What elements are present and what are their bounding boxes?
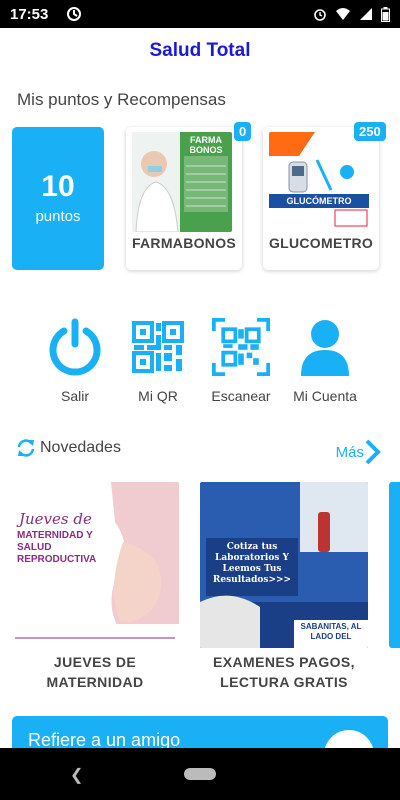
news-more-label: Más (335, 443, 364, 461)
sync-icon (67, 7, 82, 21)
news-title-maternidad-line1: JUEVES DE (53, 654, 137, 670)
app-title: Salud Total (149, 40, 251, 61)
news-title-maternidad: JUEVES DE MATERNIDAD (11, 652, 179, 692)
reward-name-glucometro: GLUCOMETRO (268, 235, 374, 251)
maternidad-image-text1: Jueves de (19, 510, 92, 528)
reward-card-farmabonos[interactable]: FARMA BONOS FARMABONOS (126, 127, 242, 270)
wifi-icon (336, 8, 350, 20)
back-icon[interactable]: ❮ (70, 765, 83, 785)
logout-button[interactable]: Salir (35, 318, 115, 404)
news-card-next-partial[interactable] (389, 482, 400, 648)
news-header: Novedades (16, 438, 121, 458)
signal-icon (360, 8, 372, 20)
points-card[interactable]: 10 puntos (12, 127, 104, 270)
points-label: puntos (35, 208, 81, 225)
qr-scan-icon (212, 318, 270, 376)
reward-points-badge-farmabonos: 0 (234, 122, 252, 141)
home-pill-icon[interactable] (184, 768, 216, 780)
status-bar: 17:53 (0, 0, 400, 28)
reward-points-badge-glucometro: 250 (354, 122, 386, 141)
news-title: Novedades (40, 439, 121, 456)
alarm-icon (314, 9, 326, 21)
chevron-right-icon (365, 439, 381, 465)
news-title-examenes: EXAMENES PAGOS, LECTURA GRATIS (200, 652, 368, 692)
my-account-label: Mi Cuenta (293, 388, 357, 404)
news-more-button[interactable]: Más (336, 438, 382, 466)
refresh-icon[interactable] (16, 438, 36, 458)
power-icon (46, 318, 104, 376)
examenes-image-text1: Cotiza tus Laboratorios Y Leemos Tus Res… (212, 542, 292, 585)
news-card-examenes[interactable]: Cotiza tus Laboratorios Y Leemos Tus Res… (200, 482, 368, 648)
points-value: 10 (41, 170, 75, 203)
my-qr-button[interactable]: Mi QR (118, 318, 198, 404)
glucometro-image: GLUCÓMETRO (269, 132, 369, 232)
battery-icon (381, 6, 390, 22)
farmabonos-image-text: FARMA BONOS (189, 135, 223, 155)
my-qr-label: Mi QR (138, 388, 178, 404)
farmabonos-image: FARMA BONOS (132, 132, 232, 232)
glucometro-image-text: GLUCÓMETRO (286, 196, 352, 206)
news-title-maternidad-line2: MATERNIDAD (46, 674, 144, 690)
news-card-maternidad[interactable]: Jueves de MATERNIDAD Y SALUD REPRODUCTIV… (11, 482, 179, 648)
reward-name-farmabonos: FARMABONOS (131, 235, 237, 251)
examenes-image-text2: SABANITAS, AL LADO DEL (300, 622, 362, 641)
scan-label: Escanear (211, 388, 271, 404)
my-account-button[interactable]: Mi Cuenta (285, 318, 365, 404)
rewards-section-title: Mis puntos y Recompensas (17, 90, 226, 109)
scan-button[interactable]: Escanear (201, 318, 281, 404)
user-icon (296, 318, 354, 376)
logout-label: Salir (60, 388, 89, 404)
status-time: 17:53 (10, 5, 49, 23)
reward-card-glucometro[interactable]: GLUCÓMETRO GLUCOMETRO (263, 127, 379, 270)
maternidad-image-text2: MATERNIDAD Y SALUD REPRODUCTIVA (17, 530, 97, 565)
qr-code-icon (129, 318, 187, 376)
news-title-examenes-line1: EXAMENES PAGOS, (213, 654, 355, 670)
news-title-examenes-line2: LECTURA GRATIS (220, 674, 348, 690)
system-nav-bar: ❮ (0, 748, 400, 800)
